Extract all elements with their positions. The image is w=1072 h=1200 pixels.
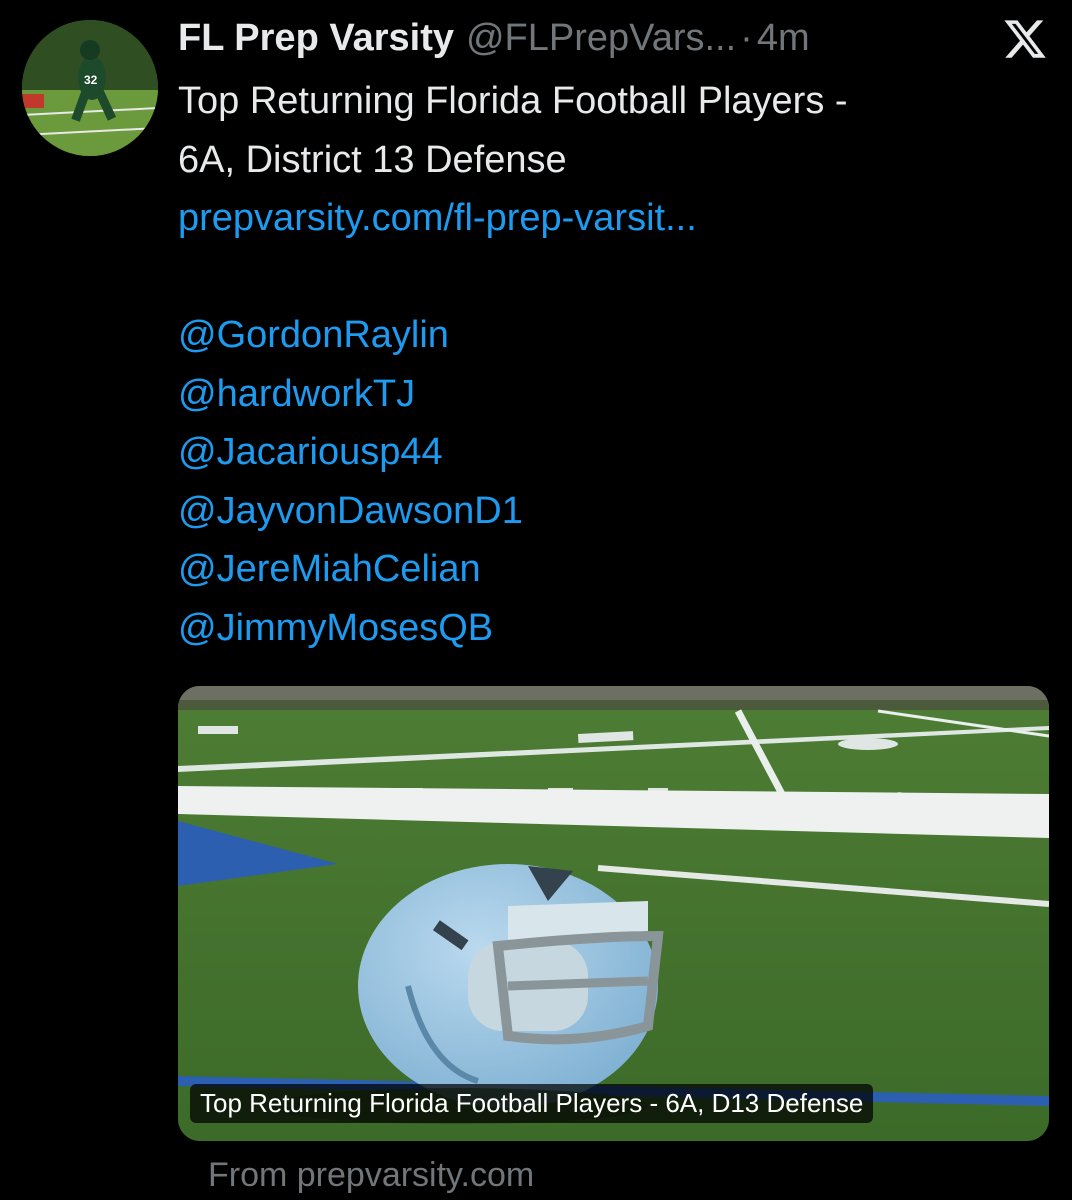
mention-link[interactable]: @GordonRaylin xyxy=(178,306,1038,365)
tweet-link[interactable]: prepvarsity.com/fl-prep-varsit... xyxy=(178,189,1038,248)
card-image xyxy=(178,686,1049,1141)
mention-link[interactable]: @JereMiahCelian xyxy=(178,540,1038,599)
mention-link[interactable]: @JimmyMosesQB xyxy=(178,599,1038,658)
tweet-header: FL Prep Varsity @FLPrepVars... · 4m xyxy=(178,12,1058,64)
card-caption: Top Returning Florida Football Players -… xyxy=(190,1084,874,1123)
mention-link[interactable]: @Jacariousp44 xyxy=(178,423,1038,482)
timestamp[interactable]: 4m xyxy=(757,17,810,60)
mention-link[interactable]: @JayvonDawsonD1 xyxy=(178,482,1038,541)
tweet-text-line: Top Returning Florida Football Players - xyxy=(178,80,848,122)
card-source[interactable]: From prepvarsity.com xyxy=(208,1156,534,1195)
user-handle[interactable]: @FLPrepVars... xyxy=(466,17,736,60)
avatar[interactable]: 32 xyxy=(22,20,158,156)
mention-link[interactable]: @hardworkTJ xyxy=(178,365,1038,424)
svg-text:32: 32 xyxy=(84,73,98,87)
avatar-image: 32 xyxy=(22,20,158,156)
tweet-text: Top Returning Florida Football Players -… xyxy=(178,72,1038,657)
link-preview-card[interactable]: Top Returning Florida Football Players -… xyxy=(178,686,1049,1141)
separator-dot: · xyxy=(740,16,753,59)
display-name[interactable]: FL Prep Varsity xyxy=(178,17,454,60)
x-logo-icon[interactable] xyxy=(1002,16,1048,62)
tweet-text-line: 6A, District 13 Defense xyxy=(178,138,567,181)
